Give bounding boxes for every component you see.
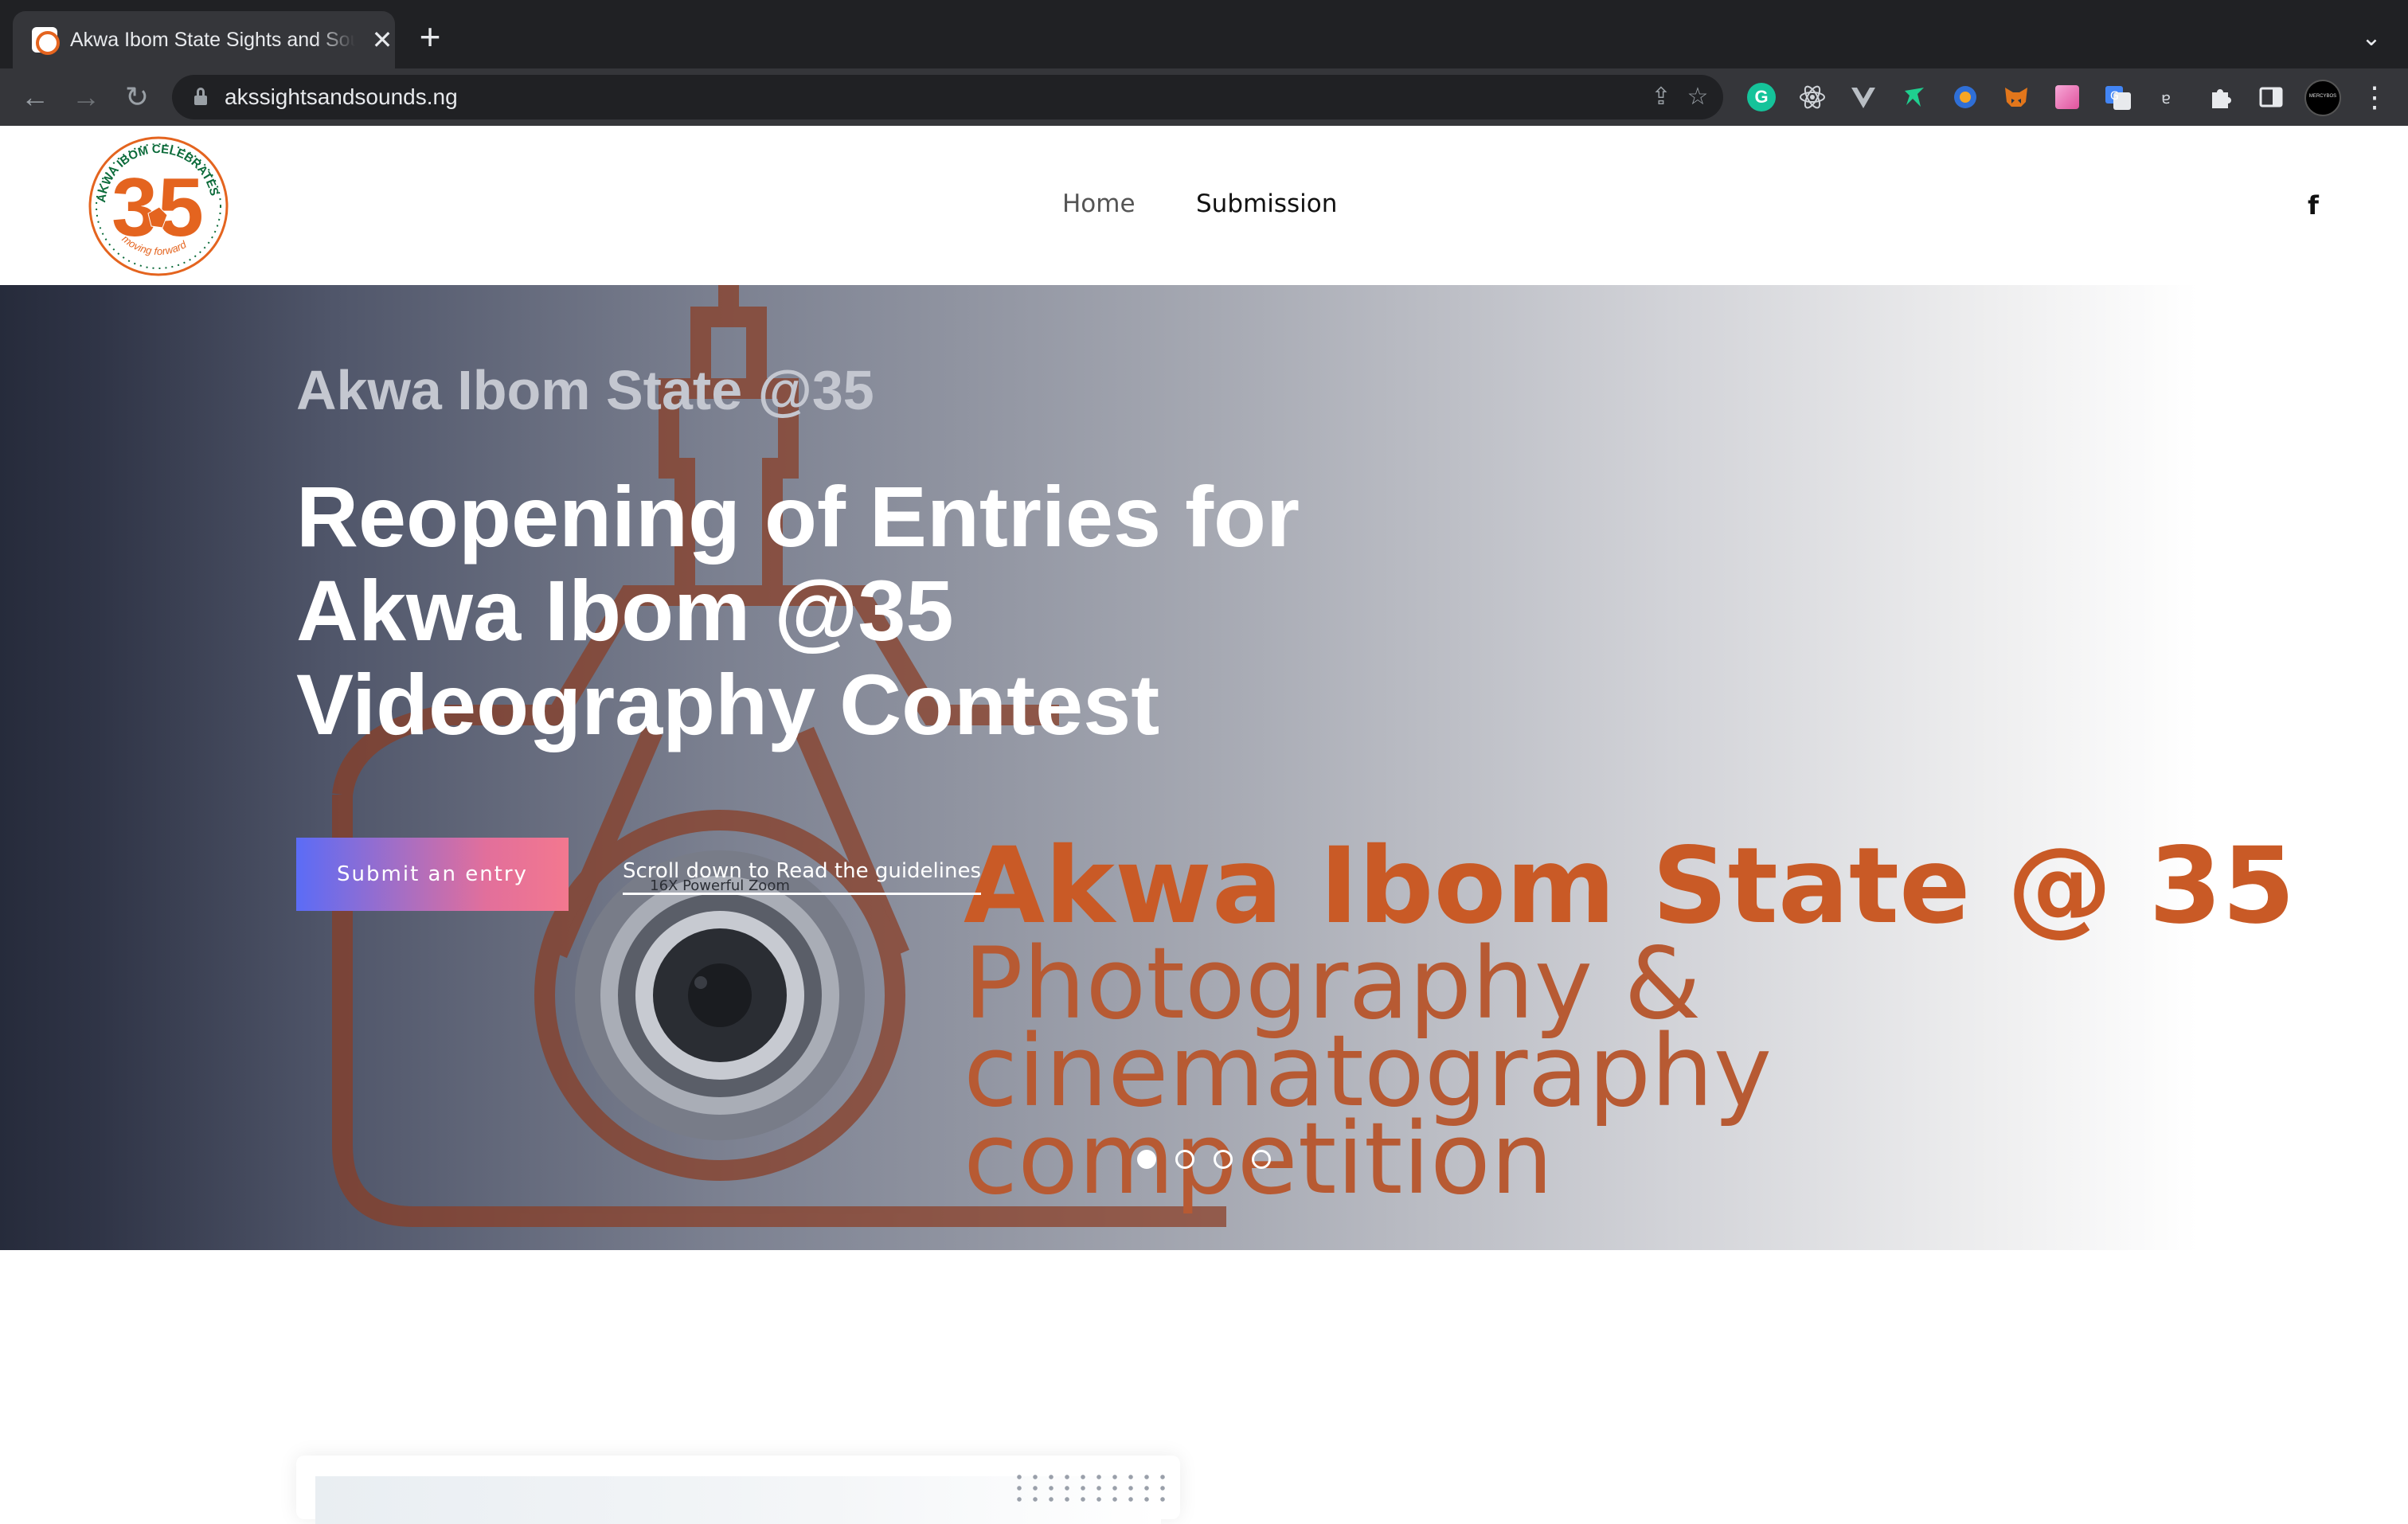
back-button[interactable]: ←	[14, 76, 56, 118]
puzzle-icon[interactable]	[2206, 83, 2234, 111]
slider-dot[interactable]	[1214, 1150, 1233, 1169]
reload-button[interactable]: ↻	[116, 76, 158, 118]
site-logo[interactable]: AKWA IBOM CELEBRATES 35 moving forward	[84, 132, 233, 280]
hero-banner-image: 16X Powerful Zoom Akwa Ibom State @ 35 P…	[332, 285, 2295, 1227]
tab-title: Akwa Ibom State Sights and Sounds	[70, 25, 355, 54]
hero-title-line: Videography Contest	[296, 656, 1160, 752]
slider-dot[interactable]	[1137, 1150, 1156, 1169]
decorative-dots	[1011, 1471, 1171, 1503]
ext-green-icon[interactable]	[1900, 83, 1929, 111]
grammarly-icon[interactable]: G	[1747, 83, 1776, 111]
slider-dot[interactable]	[1252, 1150, 1271, 1169]
svg-text:G: G	[2110, 90, 2119, 103]
metamask-icon[interactable]	[2002, 83, 2031, 111]
browser-tab-strip: Akwa Ibom State Sights and Sounds ✕ + ⌄	[0, 0, 2408, 68]
new-tab-button[interactable]: +	[412, 18, 448, 56]
content-card	[296, 1456, 1180, 1524]
hero-title-line: Akwa Ibom @35	[296, 562, 954, 658]
submit-entry-button[interactable]: Submit an entry	[296, 838, 569, 911]
browser-menu-icon[interactable]: ⋮	[2354, 76, 2395, 118]
ext-blue-icon[interactable]	[1951, 83, 1980, 111]
url-text[interactable]: akssightsandsounds.ng	[225, 83, 458, 111]
hero-title: Reopening of Entries for Akwa Ibom @35 V…	[296, 470, 1331, 752]
slider-dot[interactable]	[1175, 1150, 1194, 1169]
profile-avatar[interactable]	[2304, 80, 2341, 116]
sidebar-icon[interactable]	[2257, 83, 2285, 111]
nav-submission-link[interactable]: Submission	[1196, 186, 1337, 221]
address-bar[interactable]: akssightsandsounds.ng ⇪ ☆	[172, 75, 1723, 119]
favicon-icon	[32, 27, 60, 55]
browser-tab[interactable]: Akwa Ibom State Sights and Sounds ✕	[13, 11, 395, 68]
read-guidelines-link[interactable]: Scroll down to Read the guidelines	[623, 855, 982, 895]
tab-search-icon[interactable]: ⌄	[2354, 21, 2389, 56]
facebook-icon[interactable]: f	[2301, 190, 2325, 221]
browser-toolbar: ← → ↻ akssightsandsounds.ng ⇪ ☆ G G ɐ ME…	[0, 68, 2408, 126]
share-icon[interactable]: ⇪	[1645, 81, 1677, 113]
vue-devtools-icon[interactable]	[1849, 83, 1878, 111]
forward-button[interactable]: →	[65, 76, 107, 118]
ext-small-icon[interactable]: ɐ	[2155, 83, 2183, 111]
lock-icon[interactable]	[194, 88, 207, 105]
svg-text:ɐ: ɐ	[2161, 88, 2171, 107]
google-translate-icon[interactable]: G	[2104, 83, 2132, 111]
bookmark-star-icon[interactable]: ☆	[1682, 81, 1714, 113]
tab-close-icon[interactable]: ✕	[368, 25, 397, 54]
hero-title-line: Reopening of Entries for	[296, 468, 1300, 565]
site-header: AKWA IBOM CELEBRATES 35 moving forward H…	[0, 126, 2408, 285]
ext-gradient-icon[interactable]	[2053, 83, 2082, 111]
hero-eyebrow: Akwa Ibom State @35	[296, 359, 874, 421]
react-devtools-icon[interactable]	[1798, 83, 1827, 111]
nav-home-link[interactable]: Home	[1062, 186, 1136, 221]
hero-slider: 16X Powerful Zoom Akwa Ibom State @ 35 P…	[0, 285, 2408, 1250]
